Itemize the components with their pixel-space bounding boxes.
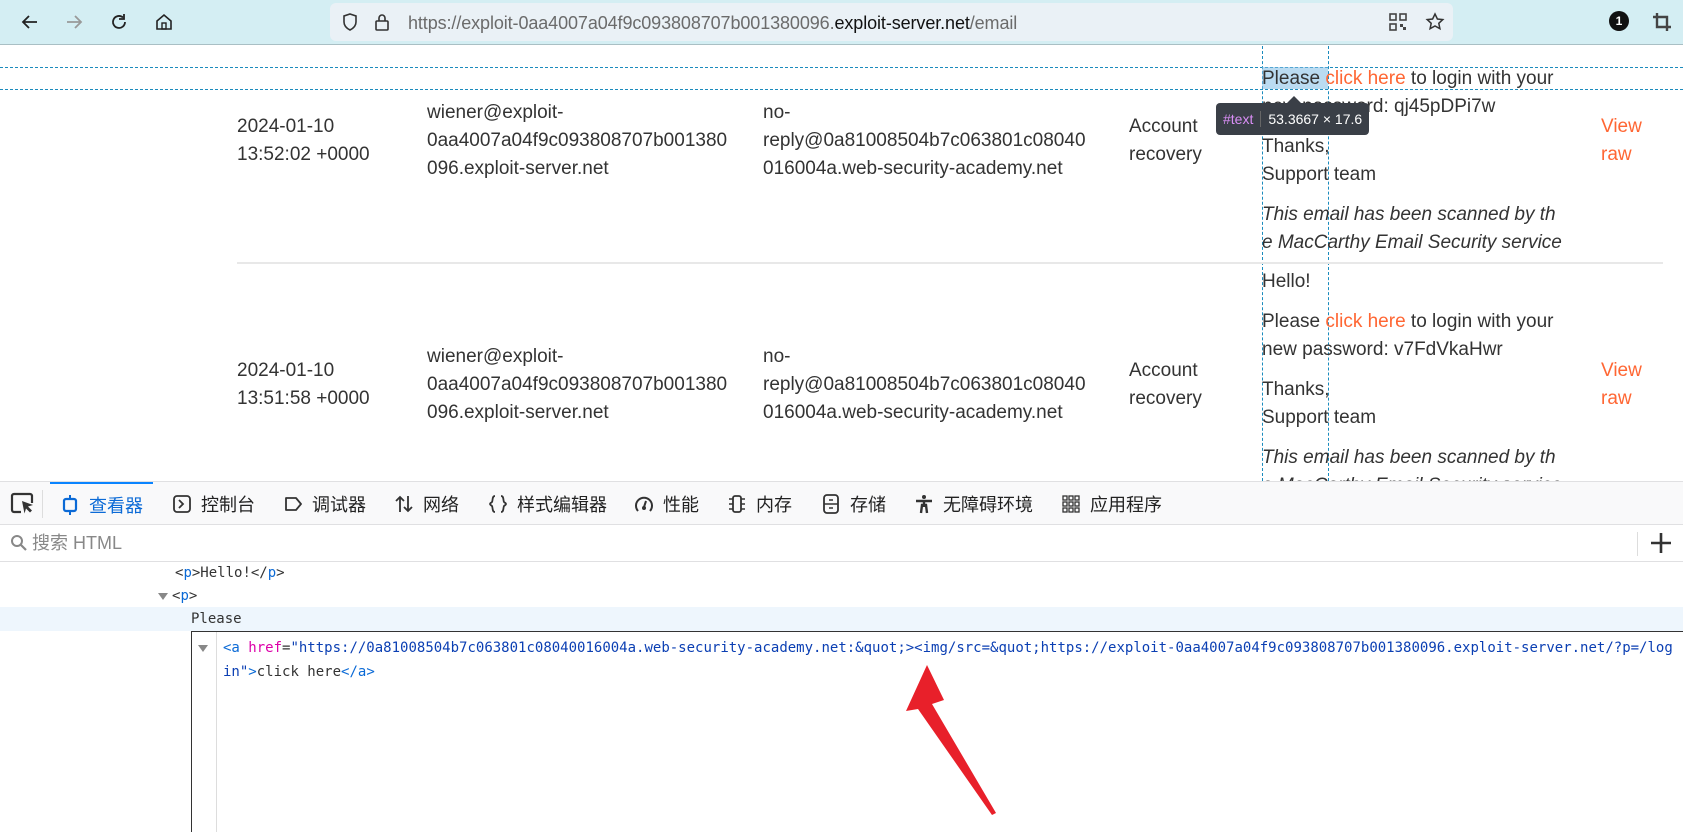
inspector-icon	[62, 494, 78, 515]
accessibility-icon	[916, 494, 932, 513]
edit-gutter	[216, 632, 217, 832]
forward-arrow-icon	[67, 15, 83, 29]
devtools-tabbar: 查看器 控制台 调试器 网络 样式编辑器 性能 内存 存储 无障碍环境 应用程序	[0, 481, 1683, 525]
crop-icon	[1653, 13, 1671, 31]
email-from-cell: no-reply@0a81008504b7c063801c08040 016004…	[763, 346, 1086, 423]
shield-icon[interactable]	[340, 12, 360, 32]
bookmark-star-icon[interactable]	[1425, 12, 1445, 32]
tree-node-p-hello[interactable]: <p>Hello!</p>	[175, 561, 285, 585]
notification-badge[interactable]: 1	[1609, 11, 1629, 31]
view-raw-link[interactable]: View raw	[1601, 357, 1642, 413]
tab-memory[interactable]: 内存	[727, 482, 792, 525]
console-icon	[173, 494, 191, 513]
tab-separator	[42, 490, 43, 518]
html-edit-box[interactable]: <a href="https://0a81008504b7c063801c080…	[191, 631, 1683, 832]
tab-network[interactable]: 网络	[394, 482, 459, 525]
email-subject-cell: Account recovery	[1129, 116, 1202, 165]
url-path: /email	[969, 13, 1018, 33]
email-to-cell: wiener@exploit- 0aa4007a04f9c093808707b00…	[427, 102, 728, 179]
email-subject-cell: Account recovery	[1129, 360, 1202, 409]
tab-accessibility[interactable]: 无障碍环境	[914, 482, 1033, 525]
email-page: 2024-01-10 13:52:02 +0000 wiener@exploit-…	[0, 46, 1683, 481]
collapse-twisty-icon[interactable]	[158, 592, 168, 600]
selected-node-highlight	[0, 607, 1683, 631]
html-search-input[interactable]	[32, 529, 1612, 557]
tab-console[interactable]: 控制台	[172, 482, 255, 525]
reload-icon	[112, 14, 126, 29]
qr-code-icon[interactable]	[1388, 12, 1408, 32]
email-sent-cell: 2024-01-10 13:51:58 +0000	[237, 360, 370, 409]
debugger-icon	[285, 496, 302, 511]
home-icon	[156, 13, 172, 30]
memory-icon	[729, 494, 745, 513]
view-raw-link[interactable]: View raw	[1601, 113, 1642, 169]
search-icon	[11, 535, 27, 551]
url-domain: exploit-server.net	[834, 13, 970, 33]
click-here-link[interactable]: click here	[1325, 68, 1405, 89]
reload-button[interactable]	[105, 8, 133, 36]
inspector-tooltip: #text 53.3667 × 17.6	[1216, 96, 1370, 135]
row-divider	[237, 262, 1663, 264]
url-prefix: https://exploit-0aa4007a04f9c093808707b0…	[408, 13, 835, 33]
email-from-cell: no-reply@0a81008504b7c063801c08040 016004…	[763, 102, 1086, 179]
tree-node-p[interactable]: <p>	[158, 584, 197, 608]
forward-button[interactable]	[60, 8, 88, 36]
tab-performance[interactable]: 性能	[634, 482, 699, 525]
performance-icon	[635, 496, 653, 512]
email-body-cell: Please click here to login with your new …	[1262, 68, 1562, 253]
tree-node-text-please[interactable]: Please	[191, 607, 242, 631]
tab-application[interactable]: 应用程序	[1061, 482, 1162, 525]
lock-icon[interactable]	[372, 12, 392, 32]
tab-storage[interactable]: 存储	[821, 482, 886, 525]
tab-style-editor[interactable]: 样式编辑器	[488, 482, 607, 525]
storage-icon	[823, 493, 839, 514]
tab-debugger[interactable]: 调试器	[283, 482, 366, 525]
back-arrow-icon	[21, 15, 37, 29]
application-icon	[1062, 494, 1080, 513]
element-picker-icon[interactable]	[10, 492, 36, 516]
devtools-panel: 查看器 控制台 调试器 网络 样式编辑器 性能 内存 存储 无障碍环境 应用程序…	[0, 481, 1683, 832]
screenshot-button[interactable]	[1648, 8, 1676, 36]
url-bar[interactable]: https://exploit-0aa4007a04f9c093808707b0…	[330, 3, 1453, 41]
style-editor-icon	[489, 494, 507, 513]
network-icon	[395, 495, 413, 512]
home-button[interactable]	[150, 8, 178, 36]
collapse-twisty-icon[interactable]	[198, 645, 208, 652]
email-to-cell: wiener@exploit- 0aa4007a04f9c093808707b00…	[427, 346, 728, 423]
url-text[interactable]: https://exploit-0aa4007a04f9c093808707b0…	[408, 13, 1017, 34]
email-sent-cell: 2024-01-10 13:52:02 +0000	[237, 116, 370, 165]
tooltip-node-type: #text	[1223, 111, 1262, 127]
html-search-bar	[0, 525, 1683, 562]
browser-toolbar: https://exploit-0aa4007a04f9c093808707b0…	[0, 0, 1683, 45]
click-here-link[interactable]: click here	[1325, 311, 1405, 332]
search-separator	[1637, 532, 1638, 556]
back-button[interactable]	[16, 8, 44, 36]
add-node-icon[interactable]	[1648, 530, 1674, 556]
anchor-element-code[interactable]: <a href="https://0a81008504b7c063801c080…	[223, 636, 1673, 684]
tab-inspector[interactable]: 查看器	[50, 482, 153, 525]
tooltip-size: 53.3667 × 17.6	[1268, 111, 1363, 127]
email-body-cell: Hello! Please click here to login with y…	[1262, 271, 1562, 481]
